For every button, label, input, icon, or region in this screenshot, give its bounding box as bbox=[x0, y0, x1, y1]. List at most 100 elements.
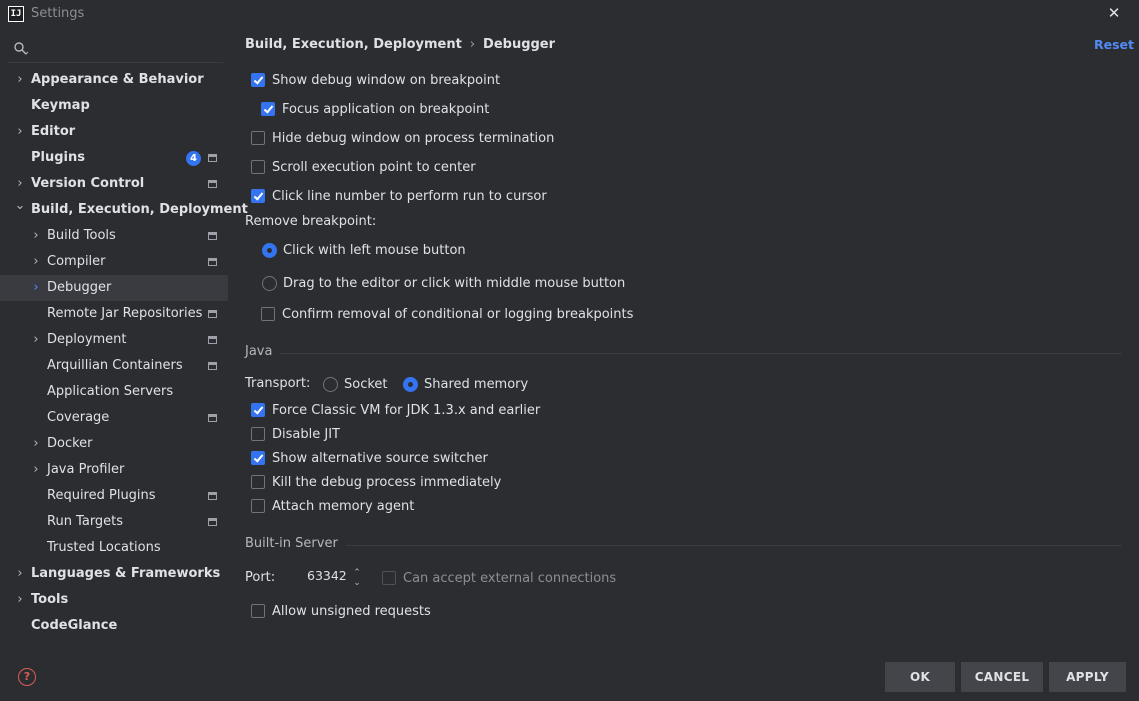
transport-shared-memory-option[interactable]: Shared memory bbox=[403, 374, 528, 394]
remove-left-click-radio[interactable] bbox=[262, 242, 277, 258]
kill-immediately-checkbox[interactable] bbox=[251, 475, 265, 489]
remove-left-click-option[interactable]: Click with left mouse button bbox=[262, 240, 466, 260]
sidebar-item-build-execution-deployment[interactable]: ⌄ Build, Execution, Deployment bbox=[0, 197, 248, 223]
remove-left-click-label: Click with left mouse button bbox=[283, 242, 466, 258]
project-scope-icon bbox=[208, 336, 217, 344]
sidebar-item-label: Coverage bbox=[47, 410, 110, 425]
scroll-execution-point-checkbox[interactable] bbox=[251, 160, 265, 174]
disable-jit-checkbox[interactable] bbox=[251, 427, 265, 441]
chevron-right-icon[interactable]: › bbox=[14, 561, 26, 587]
allow-unsigned-label: Allow unsigned requests bbox=[272, 603, 431, 619]
sidebar-item-arquillian-containers[interactable]: Arquillian Containers bbox=[0, 353, 228, 379]
sidebar-item-label: Build, Execution, Deployment bbox=[31, 202, 248, 217]
confirm-removal-option[interactable]: Confirm removal of conditional or loggin… bbox=[261, 304, 633, 324]
sidebar-item-label: Compiler bbox=[47, 254, 106, 269]
sidebar-item-compiler[interactable]: › Compiler bbox=[0, 249, 228, 275]
disable-jit-option[interactable]: Disable JIT bbox=[251, 424, 340, 444]
project-scope-icon bbox=[208, 232, 217, 240]
sidebar-item-label: Debugger bbox=[47, 280, 112, 295]
accept-external-checkbox bbox=[382, 571, 396, 585]
show-debug-window-option[interactable]: Show debug window on breakpoint bbox=[251, 70, 500, 90]
confirm-removal-checkbox[interactable] bbox=[261, 307, 275, 321]
search-icon[interactable] bbox=[13, 41, 29, 57]
sidebar-item-deployment[interactable]: › Deployment bbox=[0, 327, 228, 353]
chevron-right-icon[interactable]: › bbox=[30, 327, 42, 353]
chevron-right-icon[interactable]: › bbox=[14, 67, 26, 93]
kill-immediately-option[interactable]: Kill the debug process immediately bbox=[251, 472, 501, 492]
allow-unsigned-option[interactable]: Allow unsigned requests bbox=[251, 601, 431, 621]
sidebar-item-java-profiler[interactable]: › Java Profiler bbox=[0, 457, 228, 483]
scroll-execution-point-option[interactable]: Scroll execution point to center bbox=[251, 157, 476, 177]
chevron-right-icon[interactable]: › bbox=[30, 275, 42, 301]
chevron-right-icon[interactable]: › bbox=[30, 457, 42, 483]
sidebar-item-required-plugins[interactable]: Required Plugins bbox=[0, 483, 228, 509]
chevron-right-icon[interactable]: › bbox=[14, 171, 26, 197]
chevron-right-icon[interactable]: › bbox=[14, 119, 26, 145]
transport-socket-option[interactable]: Socket bbox=[323, 374, 388, 394]
search-input[interactable] bbox=[32, 38, 222, 60]
cancel-button[interactable]: CANCEL bbox=[961, 662, 1043, 692]
chevron-right-icon[interactable]: › bbox=[14, 587, 26, 613]
chevron-right-icon[interactable]: › bbox=[30, 249, 42, 275]
scroll-execution-point-label: Scroll execution point to center bbox=[272, 159, 476, 175]
sidebar-item-trusted-locations[interactable]: Trusted Locations bbox=[0, 535, 228, 561]
spinner-up-icon[interactable]: ⌃ bbox=[351, 568, 363, 578]
sidebar-item-languages-frameworks[interactable]: › Languages & Frameworks bbox=[0, 561, 228, 587]
sidebar-item-build-tools[interactable]: › Build Tools bbox=[0, 223, 228, 249]
sidebar-item-debugger[interactable]: › Debugger bbox=[0, 275, 228, 301]
sidebar-item-codeglance[interactable]: CodeGlance bbox=[0, 613, 228, 639]
sidebar-item-coverage[interactable]: Coverage bbox=[0, 405, 228, 431]
attach-memory-agent-checkbox[interactable] bbox=[251, 499, 265, 513]
spinner-down-icon[interactable]: ⌄ bbox=[351, 578, 363, 588]
show-alt-source-checkbox[interactable] bbox=[251, 451, 265, 465]
help-icon[interactable]: ? bbox=[18, 668, 36, 686]
builtin-server-section-divider bbox=[245, 545, 1122, 546]
sidebar-item-appearance-behavior[interactable]: › Appearance & Behavior bbox=[0, 67, 228, 93]
sidebar-item-label: Appearance & Behavior bbox=[31, 72, 204, 87]
chevron-right-icon[interactable]: › bbox=[30, 223, 42, 249]
remove-breakpoint-label: Remove breakpoint: bbox=[245, 214, 377, 229]
remove-drag-middle-option[interactable]: Drag to the editor or click with middle … bbox=[262, 273, 625, 293]
show-debug-window-checkbox[interactable] bbox=[251, 73, 265, 87]
focus-application-checkbox[interactable] bbox=[261, 102, 275, 116]
sidebar-item-label: Editor bbox=[31, 124, 76, 139]
sidebar-item-keymap[interactable]: Keymap bbox=[0, 93, 228, 119]
force-classic-vm-option[interactable]: Force Classic VM for JDK 1.3.x and earli… bbox=[251, 400, 540, 420]
java-section-title: Java bbox=[245, 344, 281, 359]
kill-immediately-label: Kill the debug process immediately bbox=[272, 474, 502, 490]
attach-memory-agent-option[interactable]: Attach memory agent bbox=[251, 496, 414, 516]
sidebar-item-remote-jar-repositories[interactable]: Remote Jar Repositories bbox=[0, 301, 228, 327]
force-classic-vm-checkbox[interactable] bbox=[251, 403, 265, 417]
app-logo-icon: IJ bbox=[8, 6, 24, 22]
reset-link[interactable]: Reset bbox=[1094, 37, 1134, 52]
sidebar-item-run-targets[interactable]: Run Targets bbox=[0, 509, 228, 535]
sidebar-item-label: Required Plugins bbox=[47, 488, 156, 503]
apply-button[interactable]: APPLY bbox=[1049, 662, 1126, 692]
transport-shared-memory-radio[interactable] bbox=[403, 376, 418, 392]
hide-debug-window-checkbox[interactable] bbox=[251, 131, 265, 145]
port-label: Port: bbox=[245, 570, 276, 585]
click-line-number-checkbox[interactable] bbox=[251, 189, 265, 203]
focus-application-option[interactable]: Focus application on breakpoint bbox=[261, 99, 489, 119]
sidebar-item-application-servers[interactable]: Application Servers bbox=[0, 379, 228, 405]
sidebar-item-plugins[interactable]: Plugins 4 bbox=[0, 145, 228, 171]
remove-drag-middle-radio[interactable] bbox=[262, 275, 277, 291]
breadcrumb-parent[interactable]: Build, Execution, Deployment bbox=[245, 37, 462, 52]
sidebar-item-label: Deployment bbox=[47, 332, 127, 347]
port-input[interactable]: 63342 bbox=[307, 568, 347, 583]
show-alt-source-option[interactable]: Show alternative source switcher bbox=[251, 448, 488, 468]
project-scope-icon bbox=[208, 154, 217, 162]
sidebar-item-tools[interactable]: › Tools bbox=[0, 587, 228, 613]
sidebar-item-version-control[interactable]: › Version Control bbox=[0, 171, 228, 197]
chevron-down-icon[interactable]: ⌄ bbox=[14, 197, 26, 223]
disable-jit-label: Disable JIT bbox=[272, 426, 340, 442]
hide-debug-window-option[interactable]: Hide debug window on process termination bbox=[251, 128, 554, 148]
allow-unsigned-checkbox[interactable] bbox=[251, 604, 265, 618]
click-line-number-option[interactable]: Click line number to perform run to curs… bbox=[251, 186, 547, 206]
transport-socket-radio[interactable] bbox=[323, 376, 338, 392]
sidebar-item-editor[interactable]: › Editor bbox=[0, 119, 228, 145]
chevron-right-icon[interactable]: › bbox=[30, 431, 42, 457]
ok-button[interactable]: OK bbox=[885, 662, 955, 692]
sidebar-item-label: Run Targets bbox=[47, 514, 124, 529]
sidebar-item-docker[interactable]: › Docker bbox=[0, 431, 228, 457]
